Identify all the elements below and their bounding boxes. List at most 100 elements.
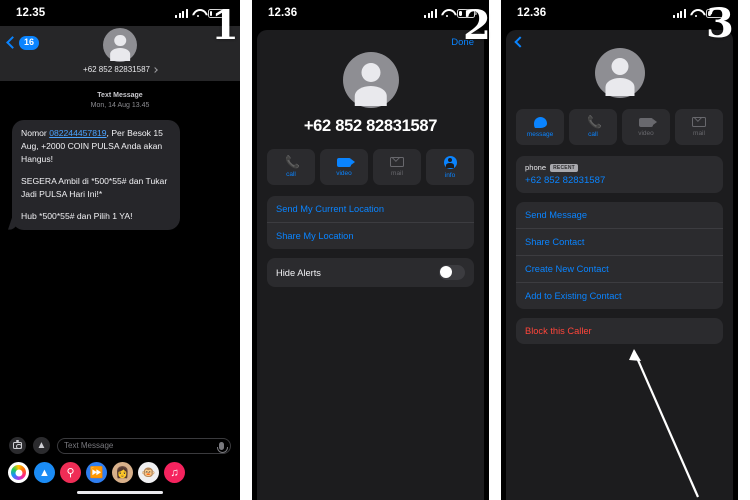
contact-avatar[interactable] [342,52,399,108]
phone-field-card[interactable]: phone RECENT +62 852 82831587 [516,156,723,193]
share-my-location-row[interactable]: Share My Location [267,222,474,249]
video-camera-icon [639,117,657,127]
video-button-label: video [336,169,352,177]
mail-icon [692,117,706,127]
hide-alerts-card: Hide Alerts [267,258,474,287]
panel-divider-2 [489,0,501,500]
message-input[interactable]: Text Message [57,437,231,454]
info-person-icon [443,155,457,169]
camera-button[interactable] [9,437,26,454]
call-button[interactable]: 📞 call [569,109,617,145]
wifi-icon [192,9,204,18]
message-bubble[interactable]: Nomor 082244457819, Per Besok 15 Aug, +2… [12,120,180,230]
app-icon-photos[interactable] [8,462,29,483]
app-icon-audio-message[interactable]: ⏩ [86,462,107,483]
phone-number-link[interactable]: 082244457819 [49,128,106,138]
home-indicator[interactable] [77,491,163,494]
contact-avatar[interactable] [103,28,137,62]
status-clock: 12.36 [268,7,298,19]
call-button[interactable]: 📞 call [267,149,315,185]
call-button-label: call [588,131,598,138]
mail-button-label: mail [391,169,403,177]
mail-button: mail [373,149,421,185]
bubble-paragraph-3: Hub *500*55# dan Pilih 1 YA! [21,210,133,221]
chevron-left-icon [6,36,19,50]
message-button[interactable]: message [516,109,564,145]
status-bar: 12.35 [0,0,240,26]
status-clock: 12.35 [16,7,46,19]
send-message-row[interactable]: Send Message [516,202,723,228]
hide-alerts-toggle[interactable] [439,265,465,280]
camera-icon [13,440,22,450]
details-sheet: Done +62 852 82831587 📞 call video mail [257,30,484,500]
info-button-label: info [444,171,456,179]
info-button[interactable]: info [426,149,474,185]
contact-sheet: message 📞 call video mail phone RECENT +… [506,30,733,500]
block-caller-card: Block this Caller [516,317,723,344]
app-icon-image-search[interactable]: ⚲ [60,462,81,483]
status-bar: 12.36 [252,0,489,26]
phone-field-key: phone [525,163,547,172]
message-meta: Text Message Mon, 14 Aug 13.45 [12,91,228,111]
thread-header: 16 +62 852 82831587 [0,26,240,81]
phone-field[interactable]: phone RECENT +62 852 82831587 [516,156,723,193]
video-camera-icon [337,157,355,167]
add-to-existing-contact-row[interactable]: Add to Existing Contact [516,281,723,309]
details-hero: +62 852 82831587 [267,30,474,136]
mail-button: mail [675,109,723,145]
message-timestamp: Mon, 14 Aug 13.45 [90,102,150,110]
contact-phone-title: +62 852 82831587 [303,117,438,135]
bubble-paragraph-1: Nomor 082244457819, Per Besok 15 Aug, +2… [21,127,171,166]
panel-contact-card: 12.36 message 📞 call video mail phone RE… [501,0,738,500]
hide-alerts-row[interactable]: Hide Alerts [267,258,474,287]
wifi-icon [690,9,702,18]
app-icon-music[interactable]: ♫ [164,462,185,483]
message-bubble-icon [533,116,547,128]
send-current-location-row[interactable]: Send My Current Location [267,196,474,222]
annotation-step-3: 3 [706,0,734,47]
panel-messages-thread: 12.35 16 +62 852 82831587 Text Message M… [0,0,240,500]
contact-avatar[interactable] [594,48,645,98]
cellular-signal-icon [424,8,437,18]
share-contact-row[interactable]: Share Contact [516,227,723,255]
message-thread: Text Message Mon, 14 Aug 13.45 Nomor 082… [0,81,240,423]
microphone-icon[interactable] [217,441,228,453]
chevron-right-icon [152,66,158,73]
create-new-contact-row[interactable]: Create New Contact [516,254,723,282]
phone-field-label: phone RECENT [525,163,714,172]
recent-badge: RECENT [550,163,578,172]
contact-header-phone: +62 852 82831587 [83,65,150,74]
unread-badge: 16 [19,36,40,50]
quick-actions: message 📞 call video mail [516,109,723,145]
panel-divider-1 [240,0,252,500]
phone-icon: 📞 [587,115,602,129]
bubble-paragraph-2: SEGERA Ambil di *500*55# dan Tukar Jadi … [21,175,168,199]
annotation-step-2: 2 [463,2,491,49]
video-button-label: video [638,129,654,137]
app-store-button[interactable]: ▲ [33,437,50,454]
contact-header-name[interactable]: +62 852 82831587 [83,65,158,74]
phone-field-value[interactable]: +62 852 82831587 [525,175,714,186]
message-button-label: message [526,130,554,138]
hide-alerts-label: Hide Alerts [276,267,321,278]
back-to-messages-button[interactable]: 16 [6,36,40,50]
video-button: video [622,109,670,145]
message-service-label: Text Message [97,92,143,99]
cellular-signal-icon [673,8,686,18]
compose-bar: ▲ Text Message [0,430,240,460]
app-icon-app-store[interactable]: ▲ [34,462,55,483]
quick-actions: 📞 call video mail info [267,149,474,185]
contact-hero [516,30,723,98]
wifi-icon [441,9,453,18]
cellular-signal-icon [175,8,188,18]
app-icon-memoji[interactable]: 👩 [112,462,133,483]
message-input-placeholder: Text Message [64,441,114,450]
annotation-step-1: 1 [211,2,239,49]
location-card: Send My Current Location Share My Locati… [267,196,474,249]
block-this-caller-row[interactable]: Block this Caller [516,318,723,344]
mail-button-label: mail [693,129,705,137]
call-button-label: call [286,171,296,178]
contact-actions-card: Send Message Share Contact Create New Co… [516,201,723,309]
app-icon-animoji[interactable]: 🐵 [138,462,159,483]
video-button[interactable]: video [320,149,368,185]
